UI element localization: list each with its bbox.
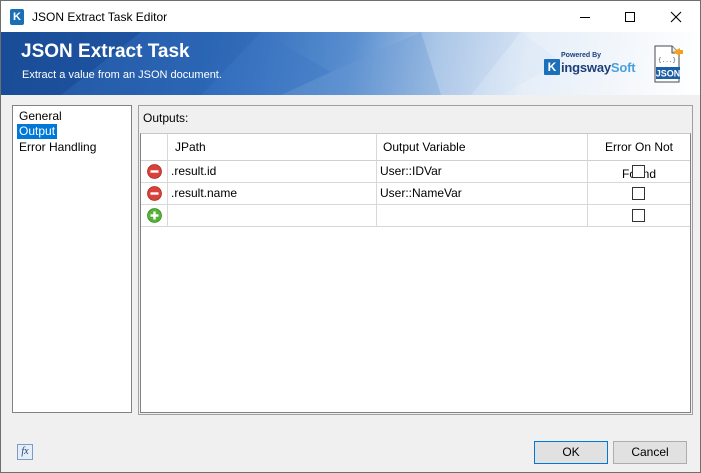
cancel-button[interactable]: Cancel [613,441,687,464]
row-action-cell [141,161,168,182]
maximize-icon [624,11,635,22]
remove-row-icon[interactable] [147,186,162,201]
table-row: .result.name User::NameVar [141,183,690,205]
jpath-cell[interactable]: .result.name [168,183,377,204]
jpath-cell[interactable]: .result.id [168,161,377,182]
app-icon: K [10,9,24,25]
remove-row-icon[interactable] [147,164,162,179]
banner-title: JSON Extract Task [21,41,190,62]
kingswaysoft-wordmark: ingswaySoft [561,60,636,75]
error-on-not-found-checkbox[interactable] [632,187,645,200]
close-icon [670,11,681,22]
row-action-cell [141,183,168,204]
brand-name-part1: ingsway [561,60,611,75]
brand-name-part2: Soft [610,60,636,75]
json-logo-text: JSON [656,69,681,79]
error-on-not-found-cell [588,183,690,204]
close-button[interactable] [653,1,698,32]
error-on-not-found-cell [588,161,690,182]
nav-item-general[interactable]: General [17,109,64,124]
error-on-not-found-checkbox[interactable] [632,209,645,222]
banner-subtitle: Extract a value from an JSON document. [22,69,222,81]
header-banner: JSON Extract Task Extract a value from a… [1,32,700,95]
output-variable-cell[interactable] [377,205,588,226]
page-navigation: General Output Error Handling [12,105,132,413]
expression-button[interactable]: fx [17,444,33,460]
nav-item-error-handling[interactable]: Error Handling [17,140,98,155]
minimize-icon [579,16,590,18]
header-icon-column [141,134,168,161]
window-title: JSON Extract Task Editor [32,10,168,24]
output-variable-cell[interactable]: User::IDVar [377,161,588,182]
json-logo-icon: {...} JSON [654,45,683,83]
row-action-cell [141,205,168,226]
kingswaysoft-k-icon: K [544,59,560,75]
table-row-new [141,205,690,227]
header-output-variable[interactable]: Output Variable [377,134,588,161]
powered-by-label: Powered By [561,52,602,59]
outputs-grid: JPath Output Variable Error On Not Found… [140,133,691,413]
dialog-window: K JSON Extract Task Editor JSON Extract … [0,0,701,473]
nav-item-output[interactable]: Output [17,124,58,139]
header-error-on-not-found[interactable]: Error On Not Found [588,134,690,181]
title-bar: K JSON Extract Task Editor [1,1,700,32]
maximize-button[interactable] [607,1,652,32]
add-row-icon[interactable] [147,208,162,223]
expression-icon: fx [21,446,29,457]
ok-button[interactable]: OK [534,441,608,464]
error-on-not-found-cell [588,205,690,226]
outputs-title: Outputs: [143,111,189,125]
header-jpath[interactable]: JPath [168,134,377,161]
json-logo-braces: {...} [658,57,676,64]
output-variable-cell[interactable]: User::NameVar [377,183,588,204]
error-on-not-found-checkbox[interactable] [632,165,645,178]
table-row: .result.id User::IDVar [141,161,690,183]
grid-header: JPath Output Variable Error On Not Found [141,134,690,181]
jpath-cell[interactable] [168,205,377,226]
minimize-button[interactable] [562,1,607,32]
kingswaysoft-logo: Powered By K ingswaySoft [544,52,644,76]
outputs-panel: Outputs: JPath Output Variable Error On … [138,105,693,415]
